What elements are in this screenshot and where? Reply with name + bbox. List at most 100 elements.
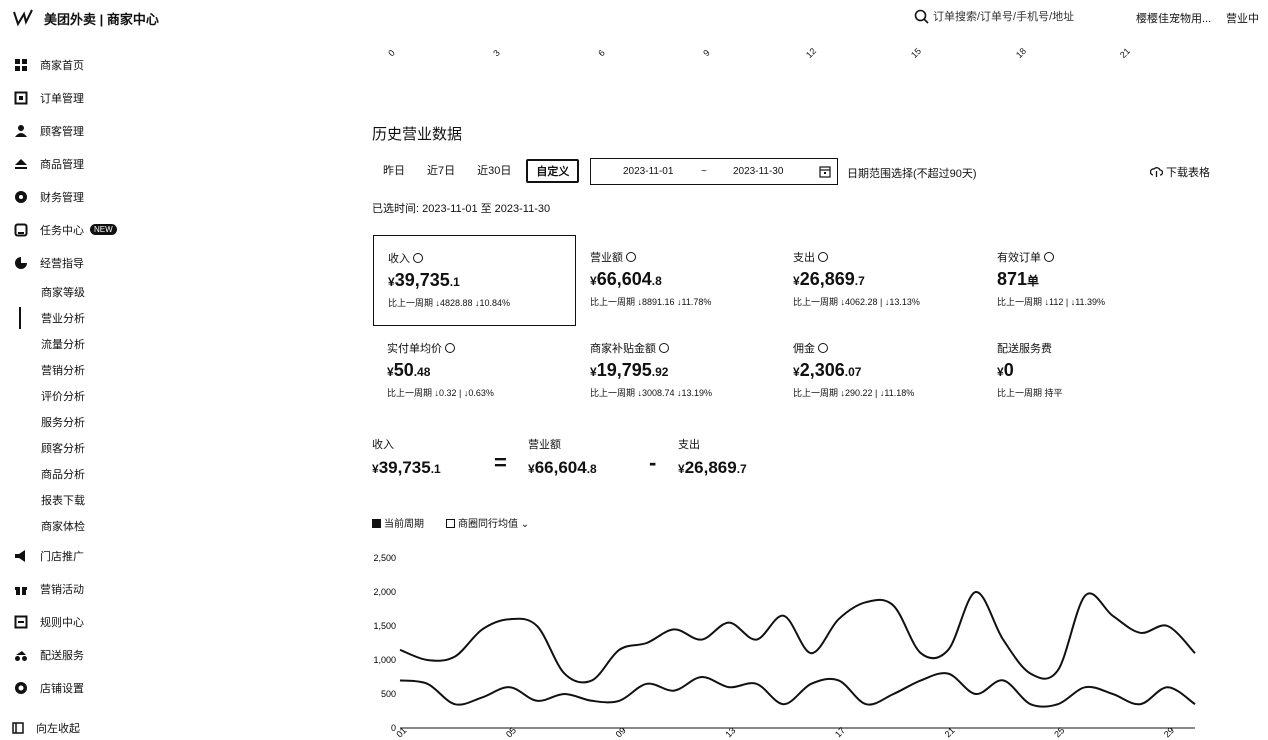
info-icon[interactable] [413, 253, 423, 263]
metric-value: ¥19,795.92 [590, 360, 669, 380]
date-separator: ~ [701, 166, 707, 177]
metric-compare: 比上一周期 ↓8891.16 ↓11.78% [590, 297, 712, 307]
search-input[interactable]: 订单搜索/订单号/手机号/地址 [933, 8, 1074, 24]
formula-minus: - [649, 450, 657, 475]
sidebar-sub-service[interactable]: 服务分析 [0, 409, 170, 435]
sidebar-sub-traffic[interactable]: 流量分析 [0, 331, 170, 357]
search-box[interactable]: 订单搜索/订单号/手机号/地址 [914, 8, 1074, 24]
sidebar-item-guidance[interactable]: 经营指导 [0, 246, 170, 279]
sidebar-item-label: 门店推广 [40, 550, 84, 563]
sidebar-sub-business-analysis[interactable]: 营业分析 [0, 305, 170, 331]
top-axis-tick: 18 [1013, 45, 1029, 61]
info-icon[interactable] [818, 252, 828, 262]
info-icon[interactable] [818, 343, 828, 353]
metric-card-turnover[interactable]: 营业额 ¥66,604.8 比上一周期 ↓8891.16 ↓11.78% [576, 235, 779, 326]
task-icon [14, 223, 28, 236]
info-icon[interactable] [626, 252, 636, 262]
metric-value: ¥66,604.8 [590, 269, 662, 289]
sidebar-sub-goods[interactable]: 商品分析 [0, 461, 170, 487]
sidebar-sub-checkup[interactable]: 商家体检 [0, 513, 170, 539]
collapse-sidebar-button[interactable]: 向左收起 [12, 720, 80, 736]
sidebar-sub-reviews[interactable]: 评价分析 [0, 383, 170, 409]
metric-card-delivery-fee[interactable]: 配送服务费 ¥0 比上一周期 持平 [983, 326, 1186, 417]
metric-card-avg-price[interactable]: 实付单均价 ¥50.48 比上一周期 ↓0.32 | ↓0.63% [373, 326, 576, 417]
sidebar-sub-level[interactable]: 商家等级 [0, 279, 170, 305]
rules-icon [14, 615, 28, 628]
metric-label: 商家补贴金额 [590, 343, 656, 355]
metric-label: 实付单均价 [387, 343, 442, 355]
order-icon [14, 91, 28, 104]
x-tick-label: 21 [943, 725, 957, 739]
sidebar-sub-customers[interactable]: 顾客分析 [0, 435, 170, 461]
metric-card-income[interactable]: 收入 ¥39,735.1 比上一周期 ↓4828.88 ↓10.84% [373, 235, 576, 326]
sidebar-item-rules[interactable]: 规则中心 [0, 605, 170, 638]
sidebar-item-customers[interactable]: 顾客管理 [0, 114, 170, 147]
metric-compare: 比上一周期 ↓4828.88 ↓10.84% [388, 298, 511, 308]
sidebar-item-label: 店铺设置 [40, 682, 84, 695]
sidebar-item-tasks[interactable]: 任务中心 NEW [0, 213, 170, 246]
store-name[interactable]: 樱樱佳宠物用... [1136, 10, 1211, 26]
sidebar-item-settings[interactable]: 店铺设置 [0, 671, 170, 704]
user-icon [15, 124, 27, 137]
collapse-left-icon [12, 722, 24, 734]
formula-income: 收入 ¥39,735.1 [372, 436, 441, 478]
metric-label: 配送服务费 [997, 343, 1052, 355]
y-tick-label: 500 [381, 689, 396, 699]
goods-icon [15, 158, 27, 169]
metric-value: ¥26,869.7 [793, 269, 865, 289]
metric-card-valid-orders[interactable]: 有效订单 871单 比上一周期 ↓112 | ↓11.39% [983, 235, 1186, 326]
sidebar-item-label: 营销活动 [40, 583, 84, 596]
grid-icon [15, 58, 27, 71]
sidebar-item-promotion[interactable]: 门店推广 [0, 539, 170, 572]
metric-value: ¥39,735.1 [388, 270, 460, 290]
download-table-button[interactable]: 下载表格 [1150, 164, 1210, 180]
search-icon [914, 9, 929, 24]
metric-card-subsidy[interactable]: 商家补贴金额 ¥19,795.92 比上一周期 ↓3008.74 ↓13.19% [576, 326, 779, 417]
filter-yesterday[interactable]: 昨日 [372, 159, 416, 183]
y-tick-label: 2,000 [373, 587, 396, 597]
metric-label: 有效订单 [997, 252, 1041, 264]
sidebar-item-label: 订单管理 [40, 92, 84, 105]
metric-card-commission[interactable]: 佣金 ¥2,306.07 比上一周期 ↓290.22 | ↓11.18% [779, 326, 982, 417]
info-icon[interactable] [659, 343, 669, 353]
settings-icon [15, 681, 27, 694]
info-icon[interactable] [1044, 252, 1054, 262]
sidebar-item-delivery[interactable]: 配送服务 [0, 638, 170, 671]
date-start[interactable]: 2023-11-01 [623, 166, 673, 177]
metric-card-expense[interactable]: 支出 ¥26,869.7 比上一周期 ↓4062.28 | ↓13.13% [779, 235, 982, 326]
sidebar-item-goods[interactable]: 商品管理 [0, 147, 170, 180]
sidebar-item-home[interactable]: 商家首页 [0, 48, 170, 81]
series-line-peer-avg [399, 672, 1196, 708]
metric-compare: 比上一周期 ↓112 | ↓11.39% [997, 297, 1106, 307]
formula-value: ¥39,735.1 [372, 458, 441, 477]
sidebar-item-activities[interactable]: 营销活动 [0, 572, 170, 605]
sidebar-item-finance[interactable]: 财务管理 [0, 180, 170, 213]
x-tick-label: 05 [504, 725, 518, 739]
store-status[interactable]: 营业中 [1226, 10, 1259, 26]
sidebar-sub-marketing[interactable]: 营销分析 [0, 357, 170, 383]
sidebar-item-label: 财务管理 [40, 191, 84, 204]
calendar-icon[interactable] [819, 165, 831, 178]
x-tick-label: 29 [1162, 725, 1176, 739]
checkbox-icon [446, 519, 455, 528]
date-end[interactable]: 2023-11-30 [733, 166, 783, 177]
x-tick-label: 17 [833, 725, 847, 739]
sidebar-item-label: 顾客管理 [40, 125, 84, 138]
formula-turnover: 营业额 ¥66,604.8 [528, 436, 597, 478]
date-range-picker[interactable]: 2023-11-01 ~ 2023-11-30 [590, 158, 838, 185]
formula-label: 收入 [372, 439, 394, 451]
app-logo[interactable]: 美团外卖 | 商家中心 [12, 8, 159, 28]
chart-pie-icon [15, 256, 27, 269]
metric-label: 营业额 [590, 252, 623, 264]
metric-compare: 比上一周期 ↓4062.28 | ↓13.13% [793, 297, 920, 307]
legend-peer-avg[interactable]: 商圈同行均值 ⌄ [446, 515, 529, 530]
sidebar-item-label: 经营指导 [40, 257, 84, 270]
date-filter-tabs: 昨日 近7日 近30日 自定义 [372, 159, 580, 183]
filter-custom[interactable]: 自定义 [526, 159, 580, 183]
info-icon[interactable] [445, 343, 455, 353]
filter-30days[interactable]: 近30日 [466, 159, 522, 183]
sidebar-item-orders[interactable]: 订单管理 [0, 81, 170, 114]
filter-7days[interactable]: 近7日 [416, 159, 466, 183]
legend-current[interactable]: 当前周期 [372, 515, 424, 530]
sidebar-sub-reports[interactable]: 报表下载 [0, 487, 170, 513]
